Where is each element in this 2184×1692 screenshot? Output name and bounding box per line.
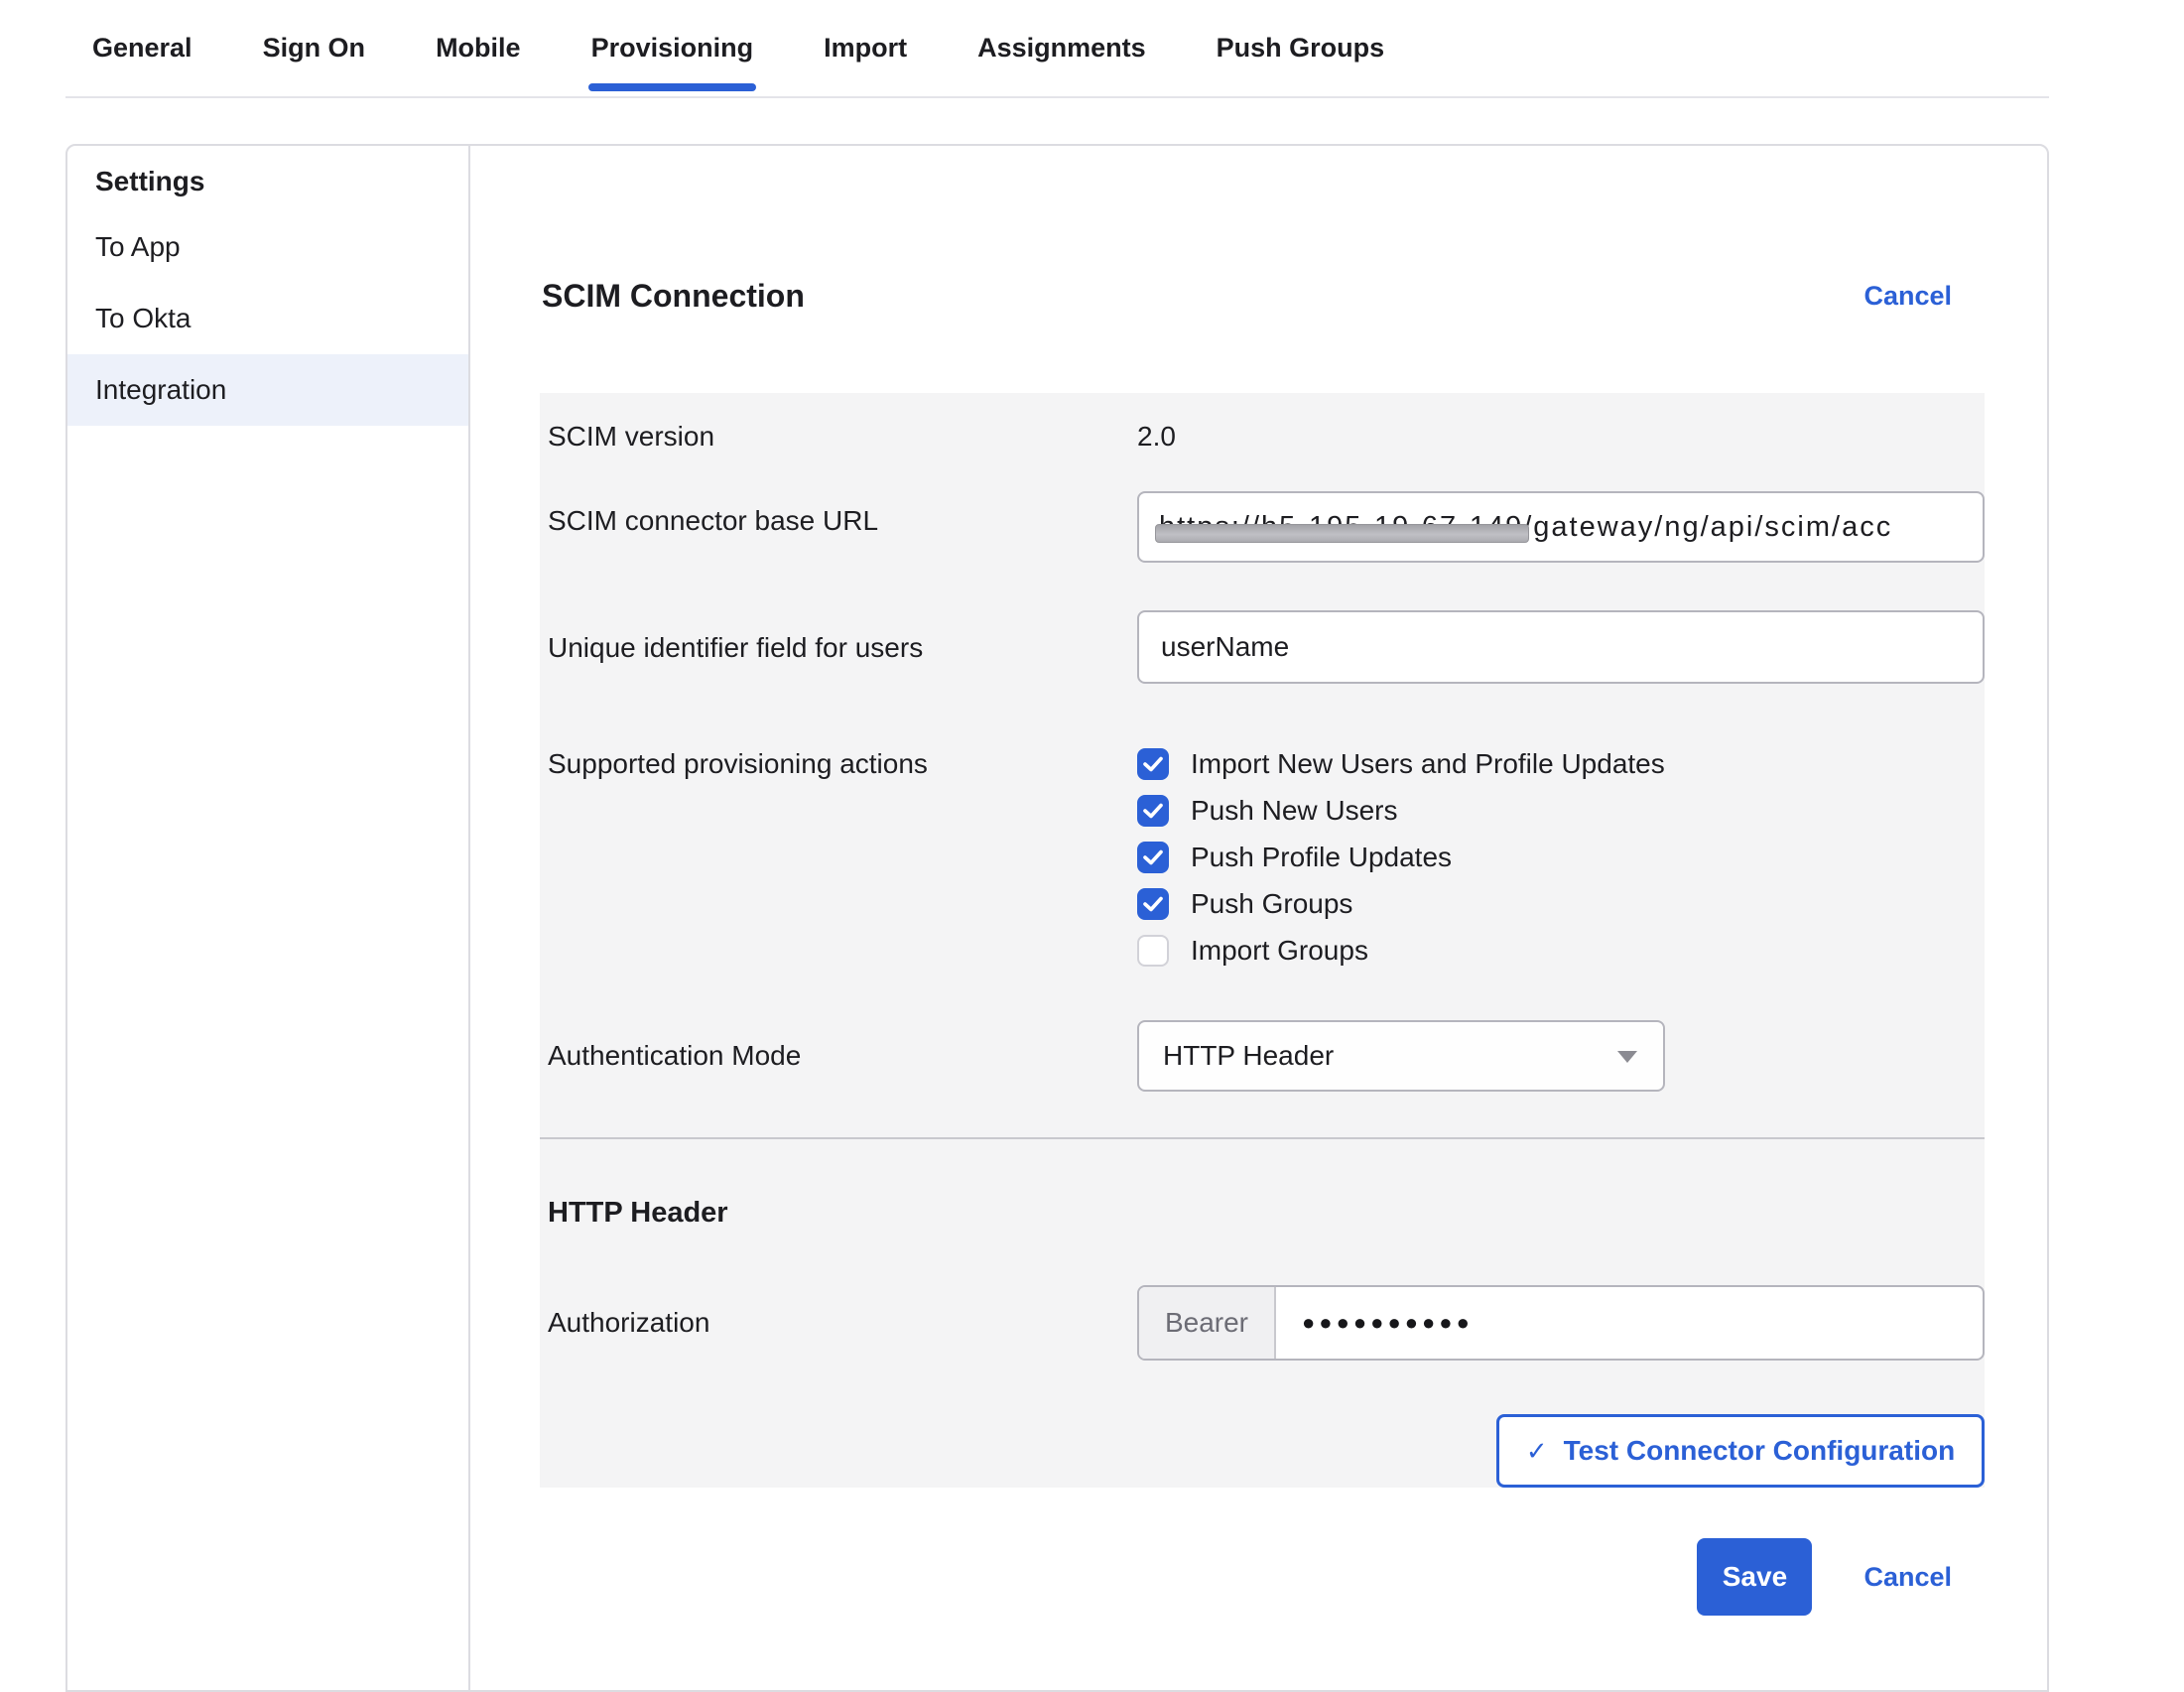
checkbox-row-import-new-users[interactable]: Import New Users and Profile Updates xyxy=(1137,740,1985,787)
authentication-mode-label: Authentication Mode xyxy=(540,1020,1131,1072)
checkbox-import-groups[interactable] xyxy=(1137,935,1169,967)
base-url-redacted-segment: https://h5-195-19-67-149 xyxy=(1159,511,1523,544)
checkmark-icon xyxy=(1143,803,1163,819)
checkbox-row-import-groups[interactable]: Import Groups xyxy=(1137,927,1985,974)
http-header-section: HTTP Header xyxy=(540,1193,1985,1233)
bearer-prefix: Bearer xyxy=(1139,1287,1276,1359)
row-unique-identifier: Unique identifier field for users xyxy=(540,610,1985,664)
provisioning-actions-label: Supported provisioning actions xyxy=(540,740,1131,780)
test-connector-configuration-button[interactable]: ✓ Test Connector Configuration xyxy=(1496,1414,1985,1488)
authentication-mode-value: HTTP Header xyxy=(1163,1040,1334,1072)
tab-push-groups[interactable]: Push Groups xyxy=(1217,0,1385,96)
base-url-visible-tail: /gateway/ng/api/scim/acc xyxy=(1523,511,1892,544)
checkbox-row-push-new-users[interactable]: Push New Users xyxy=(1137,787,1985,834)
scim-form-panel: SCIM version 2.0 SCIM connector base URL… xyxy=(540,393,1985,1488)
dropdown-caret-icon xyxy=(1617,1051,1637,1063)
row-base-url: SCIM connector base URL https://h5-195-1… xyxy=(540,491,1985,537)
provisioning-card: Settings To App To Okta Integration SCIM… xyxy=(65,144,2049,1692)
scim-version-label: SCIM version xyxy=(540,421,1131,453)
authentication-mode-select[interactable]: HTTP Header xyxy=(1137,1020,1665,1092)
authorization-input-group: Bearer ●●●●●●●●●● xyxy=(1137,1285,1985,1361)
checkbox-import-new-users[interactable] xyxy=(1137,748,1169,780)
checkbox-label: Push Profile Updates xyxy=(1191,842,1452,873)
checkbox-push-profile-updates[interactable] xyxy=(1137,842,1169,873)
cancel-link-top[interactable]: Cancel xyxy=(1863,281,1952,312)
app-tab-bar: General Sign On Mobile Provisioning Impo… xyxy=(65,0,2049,98)
sidebar-heading: Settings xyxy=(67,164,468,199)
tab-mobile[interactable]: Mobile xyxy=(436,0,521,96)
save-button[interactable]: Save xyxy=(1697,1538,1812,1616)
scim-version-value: 2.0 xyxy=(1137,421,1985,453)
sidebar-item-integration[interactable]: Integration xyxy=(67,354,468,426)
settings-sidebar: Settings To App To Okta Integration xyxy=(67,146,470,1690)
checkbox-push-new-users[interactable] xyxy=(1137,795,1169,827)
page-title: SCIM Connection xyxy=(542,278,805,315)
base-url-label: SCIM connector base URL xyxy=(540,491,1131,537)
unique-identifier-input[interactable] xyxy=(1137,610,1985,684)
sidebar-item-to-okta[interactable]: To Okta xyxy=(67,283,468,354)
checkbox-row-push-groups[interactable]: Push Groups xyxy=(1137,880,1985,927)
checkmark-icon xyxy=(1143,896,1163,912)
base-url-input[interactable]: https://h5-195-19-67-149/gateway/ng/api/… xyxy=(1137,491,1985,563)
checkbox-label: Import Groups xyxy=(1191,935,1368,967)
checkbox-push-groups[interactable] xyxy=(1137,888,1169,920)
sidebar-item-to-app[interactable]: To App xyxy=(67,211,468,283)
row-authentication-mode: Authentication Mode HTTP Header xyxy=(540,1020,1985,1072)
authorization-token-input[interactable]: ●●●●●●●●●● xyxy=(1276,1287,1983,1359)
unique-identifier-label: Unique identifier field for users xyxy=(540,610,1131,664)
checkbox-label: Import New Users and Profile Updates xyxy=(1191,748,1665,780)
section-divider xyxy=(540,1137,1985,1139)
test-connector-label: Test Connector Configuration xyxy=(1564,1435,1956,1467)
checkmark-icon xyxy=(1143,756,1163,772)
form-footer: Save Cancel xyxy=(542,1538,1952,1616)
row-authorization: Authorization Bearer ●●●●●●●●●● xyxy=(540,1285,1985,1339)
row-provisioning-actions: Supported provisioning actions Import Ne… xyxy=(540,740,1985,780)
http-header-heading: HTTP Header xyxy=(540,1193,728,1233)
tab-sign-on[interactable]: Sign On xyxy=(263,0,366,96)
checkbox-label: Push Groups xyxy=(1191,888,1352,920)
tab-import[interactable]: Import xyxy=(824,0,907,96)
page-header: SCIM Connection Cancel xyxy=(542,273,1952,319)
tab-general[interactable]: General xyxy=(92,0,193,96)
checkbox-label: Push New Users xyxy=(1191,795,1398,827)
tab-provisioning[interactable]: Provisioning xyxy=(591,0,754,96)
cancel-link-bottom[interactable]: Cancel xyxy=(1863,1562,1952,1593)
authorization-label: Authorization xyxy=(540,1285,1131,1339)
tab-assignments[interactable]: Assignments xyxy=(977,0,1146,96)
provisioning-actions-group: Import New Users and Profile Updates Pus… xyxy=(1137,740,1985,974)
checkbox-row-push-profile-updates[interactable]: Push Profile Updates xyxy=(1137,834,1985,880)
checkmark-icon xyxy=(1143,849,1163,865)
checkmark-icon: ✓ xyxy=(1526,1436,1548,1467)
row-scim-version: SCIM version 2.0 xyxy=(540,417,1985,456)
